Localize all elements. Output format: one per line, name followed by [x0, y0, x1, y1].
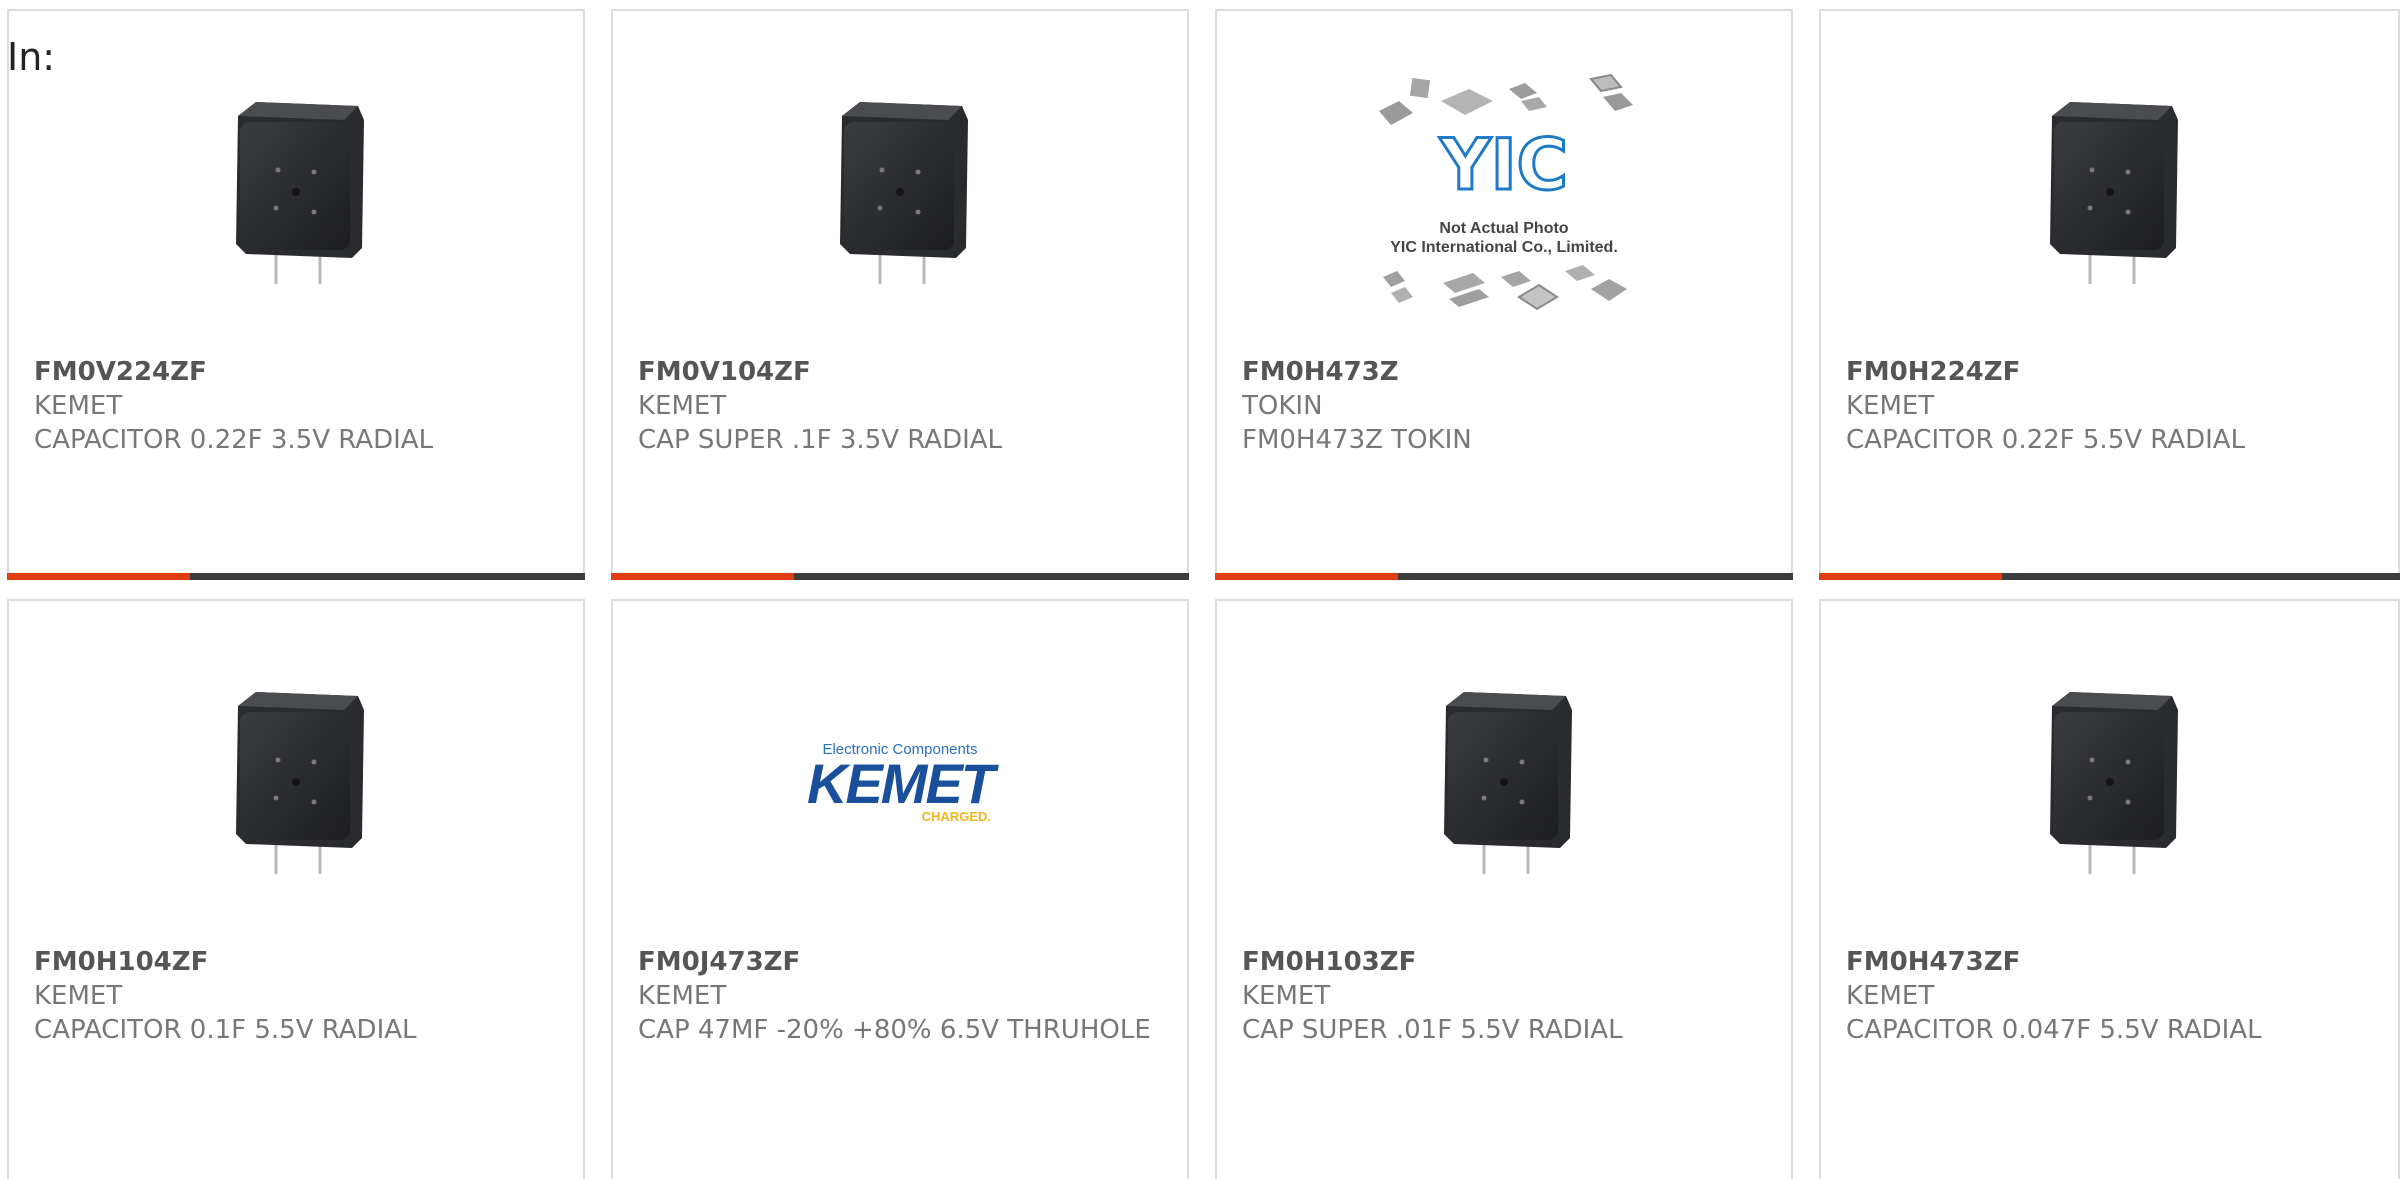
- description: CAPACITOR 0.22F 3.5V RADIAL: [34, 425, 434, 455]
- capacitor-photo-icon: [2049, 102, 2178, 284]
- product-image[interactable]: [9, 671, 583, 901]
- product-card[interactable]: FM0H103ZF KEMET CAP SUPER .01F 5.5V RADI…: [1215, 599, 1793, 1179]
- product-card[interactable]: FM0H104ZF KEMET CAPACITOR 0.1F 5.5V RADI…: [7, 599, 585, 1179]
- description: FM0H473Z TOKIN: [1242, 425, 1472, 455]
- part-number[interactable]: FM0H104ZF: [34, 945, 563, 979]
- product-image[interactable]: [1821, 81, 2398, 311]
- product-card[interactable]: FM0V104ZF KEMET CAP SUPER .1F 3.5V RADIA…: [611, 9, 1189, 580]
- part-number[interactable]: FM0V104ZF: [638, 355, 1167, 389]
- product-grid: FM0V224ZF KEMET CAPACITOR 0.22F 3.5V RAD…: [0, 0, 2400, 1179]
- filter-in-label: In:: [7, 35, 56, 79]
- description: CAPACITOR 0.047F 5.5V RADIAL: [1846, 1015, 2262, 1045]
- product-image[interactable]: [1821, 671, 2398, 901]
- manufacturer: KEMET: [1242, 981, 1331, 1011]
- yic-placeholder-image: YIC Not Actual Photo YIC International C…: [1369, 71, 1639, 321]
- product-card[interactable]: FM0V224ZF KEMET CAPACITOR 0.22F 3.5V RAD…: [7, 9, 585, 580]
- description: CAP SUPER .01F 5.5V RADIAL: [1242, 1015, 1623, 1045]
- placeholder-caption-line1: Not Actual Photo: [1439, 220, 1569, 237]
- product-info: FM0H224ZF KEMET CAPACITOR 0.22F 5.5V RAD…: [1846, 355, 2378, 457]
- card-bottom-bar: [7, 573, 585, 580]
- card-accent: [1819, 573, 2002, 580]
- product-card[interactable]: FM0H473ZF KEMET CAPACITOR 0.047F 5.5V RA…: [1819, 599, 2400, 1179]
- description: CAPACITOR 0.22F 5.5V RADIAL: [1846, 425, 2246, 455]
- description: CAP 47MF -20% +80% 6.5V THRUHOLE: [638, 1015, 1151, 1045]
- capacitor-photo-icon: [2049, 692, 2178, 874]
- kemet-logo-wordmark: KEMET: [807, 752, 995, 815]
- card-accent: [1215, 573, 1398, 580]
- part-number[interactable]: FM0H224ZF: [1846, 355, 2378, 389]
- manufacturer: KEMET: [34, 391, 123, 421]
- capacitor-photo-icon: [1444, 692, 1572, 874]
- product-info: FM0H103ZF KEMET CAP SUPER .01F 5.5V RADI…: [1242, 945, 1771, 1047]
- yic-logo-icon: YIC: [1439, 124, 1568, 206]
- manufacturer: KEMET: [34, 981, 123, 1011]
- capacitor-photo-icon: [840, 102, 968, 284]
- manufacturer: KEMET: [638, 391, 727, 421]
- product-image[interactable]: YIC Not Actual Photo YIC International C…: [1217, 73, 1791, 311]
- kemet-logo-image: Electronic Components KEMET CHARGED.: [795, 741, 1005, 831]
- product-image[interactable]: [613, 81, 1187, 311]
- placeholder-caption-line2: YIC International Co., Limited.: [1390, 239, 1618, 256]
- product-info: FM0H473ZF KEMET CAPACITOR 0.047F 5.5V RA…: [1846, 945, 2378, 1047]
- card-accent: [7, 573, 190, 580]
- capacitor-photo-icon: [236, 692, 364, 874]
- product-image[interactable]: [9, 81, 583, 311]
- product-card[interactable]: FM0H224ZF KEMET CAPACITOR 0.22F 5.5V RAD…: [1819, 9, 2400, 580]
- product-image[interactable]: Electronic Components KEMET CHARGED.: [613, 671, 1187, 901]
- manufacturer: TOKIN: [1242, 391, 1323, 421]
- kemet-logo-tagline-bottom: CHARGED.: [921, 809, 991, 824]
- part-number[interactable]: FM0V224ZF: [34, 355, 563, 389]
- product-info: FM0H473Z TOKIN FM0H473Z TOKIN: [1242, 355, 1771, 457]
- product-info: FM0J473ZF KEMET CAP 47MF -20% +80% 6.5V …: [638, 945, 1167, 1047]
- card-bottom-bar: [611, 573, 1189, 580]
- card-accent: [611, 573, 794, 580]
- card-bottom-bar: [1819, 573, 2400, 580]
- part-number[interactable]: FM0H473Z: [1242, 355, 1771, 389]
- product-info: FM0V104ZF KEMET CAP SUPER .1F 3.5V RADIA…: [638, 355, 1167, 457]
- manufacturer: KEMET: [1846, 391, 1935, 421]
- product-card[interactable]: YIC Not Actual Photo YIC International C…: [1215, 9, 1793, 580]
- manufacturer: KEMET: [1846, 981, 1935, 1011]
- part-number[interactable]: FM0H473ZF: [1846, 945, 2378, 979]
- part-number[interactable]: FM0H103ZF: [1242, 945, 1771, 979]
- capacitor-photo-icon: [236, 102, 364, 284]
- card-bottom-bar: [1215, 573, 1793, 580]
- chip-packages-icon: YIC: [1379, 73, 1633, 311]
- product-card[interactable]: Electronic Components KEMET CHARGED. FM0…: [611, 599, 1189, 1179]
- product-info: FM0H104ZF KEMET CAPACITOR 0.1F 5.5V RADI…: [34, 945, 563, 1047]
- part-number[interactable]: FM0J473ZF: [638, 945, 1167, 979]
- description: CAP SUPER .1F 3.5V RADIAL: [638, 425, 1003, 455]
- product-info: FM0V224ZF KEMET CAPACITOR 0.22F 3.5V RAD…: [34, 355, 563, 457]
- product-image[interactable]: [1217, 671, 1791, 901]
- manufacturer: KEMET: [638, 981, 727, 1011]
- description: CAPACITOR 0.1F 5.5V RADIAL: [34, 1015, 417, 1045]
